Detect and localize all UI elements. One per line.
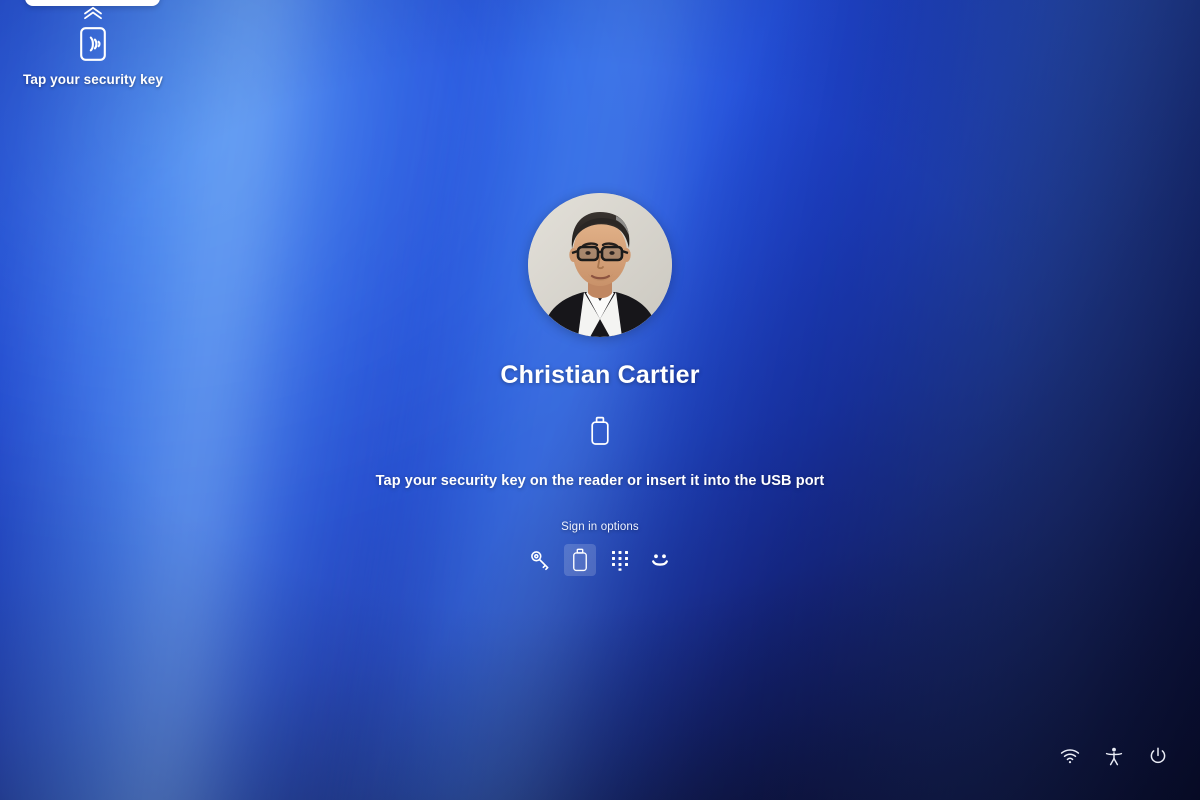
system-tray	[1056, 742, 1172, 770]
security-key-icon	[571, 548, 589, 572]
tray-accessibility-button[interactable]	[1100, 742, 1128, 770]
nfc-contactless-icon	[0, 26, 186, 62]
tray-power-button[interactable]	[1144, 742, 1172, 770]
pin-keypad-icon	[610, 549, 630, 571]
tray-network-button[interactable]	[1056, 742, 1084, 770]
signin-prompt: Tap your security key on the reader or i…	[375, 473, 825, 489]
chevron-up-icon	[0, 6, 186, 20]
signin-options-row	[524, 544, 676, 576]
lock-screen: Tap your security key Christian Cartier …	[0, 0, 1200, 800]
signin-option-face[interactable]	[644, 544, 676, 576]
face-smiley-icon	[649, 549, 671, 571]
signin-options-label: Sign in options	[561, 521, 639, 533]
key-icon	[529, 549, 551, 571]
signin-option-pin[interactable]	[604, 544, 636, 576]
nfc-prompt: Tap your security key	[0, 6, 186, 87]
signin-option-password[interactable]	[524, 544, 556, 576]
signin-container: Christian Cartier Tap your security key …	[0, 193, 1200, 576]
accessibility-icon	[1105, 747, 1123, 766]
avatar[interactable]	[528, 193, 672, 337]
power-icon	[1149, 747, 1167, 765]
user-name: Christian Cartier	[500, 361, 700, 389]
security-key-icon	[589, 390, 611, 451]
signin-option-security-key[interactable]	[564, 544, 596, 576]
nfc-prompt-label: Tap your security key	[23, 72, 163, 87]
wifi-icon	[1060, 748, 1080, 764]
